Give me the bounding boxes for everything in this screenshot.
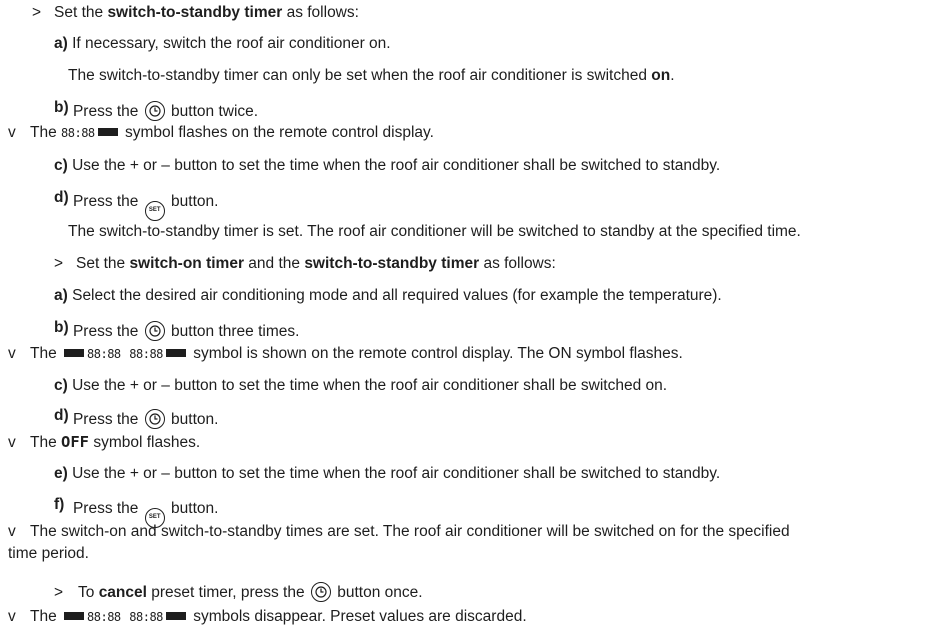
- on-indicator-icon: [64, 612, 85, 620]
- clock-button-icon: [144, 409, 165, 429]
- off-indicator-icon: [165, 612, 186, 620]
- clock-button-icon: [144, 321, 165, 341]
- step-marker: >: [54, 255, 64, 272]
- clock-button-icon: [310, 582, 331, 602]
- display-digits: 88:88: [129, 610, 163, 624]
- substep-label: b): [54, 99, 69, 116]
- result-marker: v: [8, 434, 16, 451]
- result-line: v The 88:88 88:88 symbols disappear. Pres…: [8, 608, 527, 625]
- result-line: v The OFF symbol flashes.: [8, 433, 201, 451]
- emphasis-text: cancel: [98, 584, 147, 601]
- substep-d: d) Press the SET button.: [54, 188, 218, 221]
- off-indicator-icon: [165, 349, 186, 357]
- substep-label: d): [54, 189, 69, 206]
- result-line-continued: time period.: [8, 545, 89, 562]
- substep-label: c): [54, 377, 68, 394]
- emphasis-text: switch-to-standby timer: [107, 4, 283, 21]
- substep-label: a): [54, 287, 68, 304]
- step-marker: >: [32, 4, 42, 21]
- substep-label: d): [54, 407, 69, 424]
- result-marker: v: [8, 345, 16, 362]
- result-line: v The 88:88 symbol flashes on the remote …: [8, 124, 434, 141]
- off-indicator-icon: [97, 128, 118, 136]
- result-line: v The 88:88 88:88 symbol is shown on the …: [8, 345, 683, 362]
- substep-label: a): [54, 35, 68, 52]
- result-line: v The switch-on and switch-to-standby tim…: [8, 523, 790, 540]
- result-marker: v: [8, 523, 16, 540]
- off-symbol: OFF: [61, 433, 90, 451]
- substep-label: e): [54, 465, 68, 482]
- emphasis-text: switch-to-standby timer: [304, 255, 480, 272]
- display-digits: 88:88: [87, 610, 121, 624]
- substep-c: c) Use the + or – button to set the time…: [54, 157, 721, 174]
- step-line: > Set the switch-to-standby timer as foll…: [32, 4, 359, 21]
- step-line: > To cancel preset timer, press the butto…: [54, 582, 423, 602]
- display-digits: 88:88: [129, 347, 163, 361]
- substep-c: c) Use the + or – button to set the time…: [54, 377, 668, 394]
- emphasis-text: on: [651, 67, 671, 84]
- substep-b: b) Press the button twice.: [54, 99, 259, 121]
- clock-button-icon: [144, 101, 165, 121]
- substep-b: b) Press the button three times.: [54, 319, 300, 341]
- substep-label: b): [54, 319, 69, 336]
- substep-label: c): [54, 157, 68, 174]
- display-digits: 88:88: [61, 126, 95, 140]
- emphasis-text: switch-on timer: [129, 255, 244, 272]
- note-line: The switch-to-standby timer is set. The …: [68, 223, 801, 240]
- result-marker: v: [8, 608, 16, 625]
- substep-a: a) Select the desired air conditioning m…: [54, 287, 722, 304]
- substep-label: f): [54, 496, 65, 513]
- note-line: The switch-to-standby timer can only be …: [68, 67, 675, 84]
- display-digits: 88:88: [87, 347, 121, 361]
- step-line: > Set the switch-on timer and the switch-…: [54, 255, 556, 272]
- substep-a: a) If necessary, switch the roof air con…: [54, 35, 391, 52]
- result-marker: v: [8, 124, 16, 141]
- on-indicator-icon: [64, 349, 85, 357]
- set-button-icon: SET: [144, 201, 165, 221]
- substep-d: d) Press the button.: [54, 407, 219, 429]
- substep-e: e) Use the + or – button to set the time…: [54, 465, 721, 482]
- step-marker: >: [54, 584, 64, 601]
